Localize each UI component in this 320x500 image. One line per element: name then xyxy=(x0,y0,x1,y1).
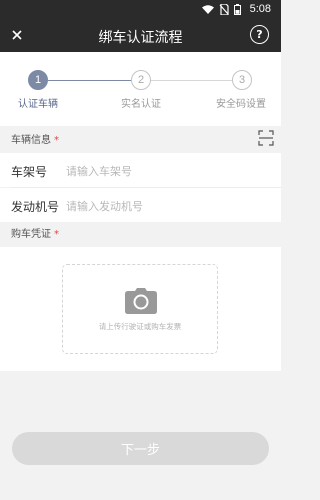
step-connector-1 xyxy=(48,80,132,81)
step-connector-2 xyxy=(150,80,233,81)
title-bar: 绑车认证流程 ? xyxy=(0,19,281,52)
frame-number-label: 车架号 xyxy=(11,165,48,179)
step-2-circle: 2 xyxy=(131,70,151,90)
help-icon[interactable]: ? xyxy=(250,25,269,44)
vehicle-info-header: 车辆信息 * xyxy=(0,129,281,153)
status-icons xyxy=(202,4,241,15)
engine-number-input[interactable] xyxy=(66,197,266,215)
status-bar: 5:08 xyxy=(0,0,281,19)
frame-number-row: 车架号 xyxy=(0,153,281,187)
page-title: 绑车认证流程 xyxy=(98,30,183,46)
engine-number-label: 发动机号 xyxy=(11,200,60,214)
step-2-label: 实名认证 xyxy=(121,99,161,110)
wifi-icon xyxy=(202,4,214,14)
step-1-circle: 1 xyxy=(28,70,48,90)
battery-icon xyxy=(234,4,241,15)
vehicle-info-title: 车辆信息 xyxy=(11,135,51,146)
purchase-proof-title: 购车凭证 xyxy=(11,229,51,240)
step-1-label: 认证车辆 xyxy=(18,99,58,110)
scan-button[interactable] xyxy=(258,130,274,150)
status-time: 5:08 xyxy=(249,3,271,15)
upload-hint: 请上传行驶证或购车发票 xyxy=(98,322,182,331)
next-step-button[interactable]: 下一步 xyxy=(12,432,269,465)
no-sim-icon xyxy=(219,4,229,15)
camera-icon xyxy=(125,288,157,318)
purchase-proof-header: 购车凭证 * xyxy=(0,223,281,247)
required-mark: * xyxy=(54,229,59,240)
step-3-circle: 3 xyxy=(232,70,252,90)
frame-number-input[interactable] xyxy=(66,162,266,180)
scan-icon xyxy=(258,130,274,146)
step-3-label: 安全码设置 xyxy=(216,99,266,110)
required-mark: * xyxy=(54,135,59,146)
engine-number-row: 发动机号 xyxy=(0,188,281,222)
